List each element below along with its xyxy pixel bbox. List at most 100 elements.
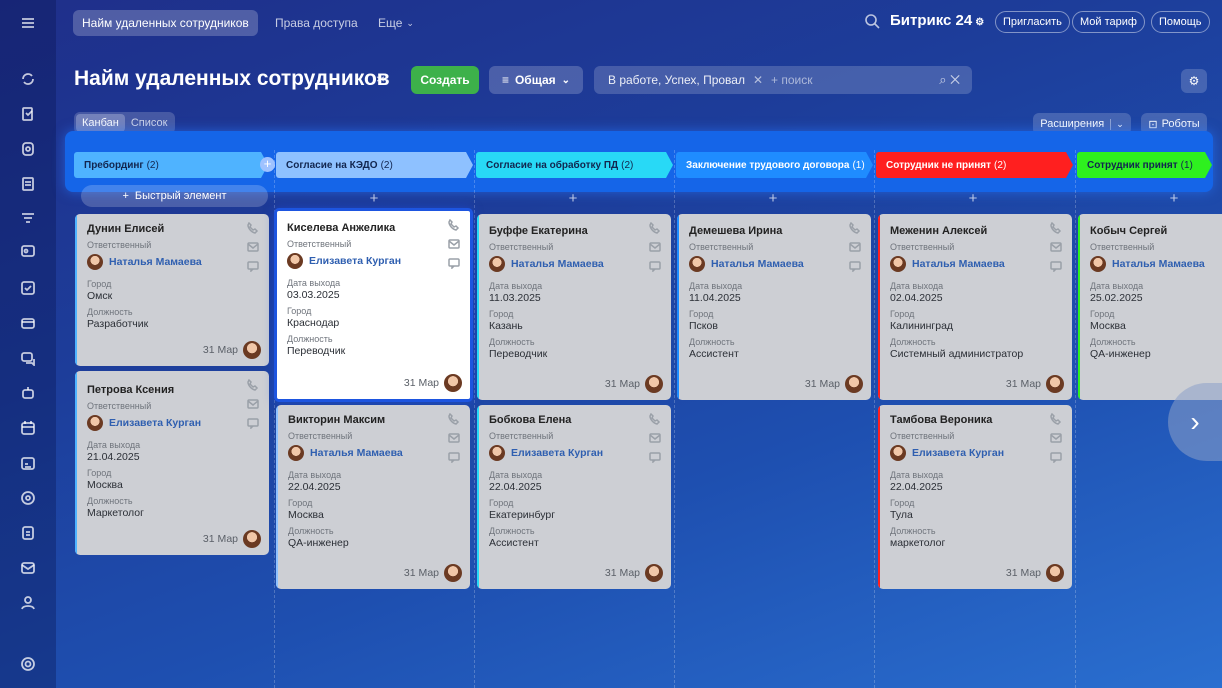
card-title[interactable]: Викторин Максим xyxy=(288,414,458,426)
add-item-icon[interactable]: + xyxy=(368,190,380,207)
add-stage-icon[interactable]: + xyxy=(260,157,275,172)
settings-gear-button[interactable]: ⚙ xyxy=(1181,69,1207,93)
chat-icon[interactable] xyxy=(1050,260,1062,272)
responsible-user[interactable]: Наталья Мамаева xyxy=(489,256,659,272)
mail-icon[interactable] xyxy=(1050,241,1062,253)
filter-chip[interactable]: В работе, Успех, Провал xyxy=(608,73,745,87)
responsible-user[interactable]: Елизавета Курган xyxy=(489,445,659,461)
responsible-user[interactable]: Наталья Мамаева xyxy=(890,256,1060,272)
avatar[interactable] xyxy=(1046,375,1064,393)
avatar[interactable] xyxy=(444,374,462,392)
sites-icon[interactable] xyxy=(18,488,38,508)
tasks-icon[interactable] xyxy=(18,104,38,124)
avatar[interactable] xyxy=(444,564,462,582)
chat-icon[interactable] xyxy=(1050,451,1062,463)
chat-icon[interactable] xyxy=(247,260,259,272)
responsible-user[interactable]: Наталья Мамаева xyxy=(689,256,859,272)
file-icon[interactable] xyxy=(18,523,38,543)
deal-card[interactable]: Буффе Екатерина Ответственный Наталья Ма… xyxy=(477,214,671,400)
tab-hiring[interactable]: Найм удаленных сотрудников xyxy=(73,10,258,36)
deal-card[interactable]: Меженин Алексей Ответственный Наталья Ма… xyxy=(878,214,1072,400)
tariff-button[interactable]: Мой тариф xyxy=(1072,11,1145,33)
help-button[interactable]: Помощь xyxy=(1151,11,1210,33)
card-title[interactable]: Буффе Екатерина xyxy=(489,225,659,237)
avatar[interactable] xyxy=(1046,564,1064,582)
card-title[interactable]: Киселева Анжелика xyxy=(287,222,459,234)
phone-icon[interactable] xyxy=(1050,413,1062,425)
stage-preboarding[interactable]: Пребординг (2) xyxy=(74,152,268,178)
add-item-icon[interactable]: + xyxy=(567,190,579,207)
chat-icon[interactable] xyxy=(448,257,460,269)
card-title[interactable]: Демешева Ирина xyxy=(689,225,859,237)
search-clear-icons[interactable]: ⌕ ✕ xyxy=(939,72,960,88)
stage-kedo-consent[interactable]: Согласие на КЭДО (2) xyxy=(276,152,473,178)
invite-button[interactable]: Пригласить xyxy=(995,11,1070,33)
responsible-user[interactable]: Наталья Мамаева xyxy=(87,254,257,270)
responsible-user[interactable]: Елизавета Курган xyxy=(890,445,1060,461)
card-title[interactable]: Меженин Алексей xyxy=(890,225,1060,237)
card-title[interactable]: Петрова Ксения xyxy=(87,384,257,396)
card-title[interactable]: Кобыч Сергей xyxy=(1090,225,1216,237)
add-item-icon[interactable]: + xyxy=(967,190,979,207)
phone-icon[interactable] xyxy=(849,222,861,234)
responsible-user[interactable]: Наталья Мамаева xyxy=(1090,256,1216,272)
card-title[interactable]: Бобкова Елена xyxy=(489,414,659,426)
mail-icon[interactable] xyxy=(649,432,661,444)
deal-card[interactable]: Дунин Елисей Ответственный Наталья Мамае… xyxy=(75,214,269,366)
mail-icon[interactable] xyxy=(448,238,460,250)
deal-card[interactable]: Петрова Ксения Ответственный Елизавета К… xyxy=(75,371,269,555)
search-filter-box[interactable]: В работе, Успех, Провал ✕ ⌕ ✕ xyxy=(594,66,972,94)
stage-employment-contract[interactable]: Заключение трудового договора (1) xyxy=(676,152,873,178)
phone-icon[interactable] xyxy=(247,222,259,234)
avatar[interactable] xyxy=(845,375,863,393)
chat-icon[interactable] xyxy=(247,417,259,429)
mail-icon[interactable] xyxy=(1050,432,1062,444)
filter-icon[interactable] xyxy=(18,209,38,229)
checkbox-icon[interactable] xyxy=(18,278,38,298)
stage-pd-consent[interactable]: Согласие на обработку ПД (2) xyxy=(476,152,673,178)
deal-card[interactable]: Бобкова Елена Ответственный Елизавета Ку… xyxy=(477,405,671,589)
document-icon[interactable] xyxy=(18,174,38,194)
phone-icon[interactable] xyxy=(247,379,259,391)
category-select[interactable]: ≡ Общая ⌄ xyxy=(489,66,583,94)
chat-icon[interactable] xyxy=(649,451,661,463)
add-item-icon[interactable]: + xyxy=(1168,190,1180,207)
contact-card-icon[interactable] xyxy=(18,241,38,261)
chat-icon[interactable] xyxy=(448,451,460,463)
responsible-user[interactable]: Наталья Мамаева xyxy=(288,445,458,461)
responsible-user[interactable]: Елизавета Курган xyxy=(287,253,459,269)
phone-icon[interactable] xyxy=(1050,222,1062,234)
pin-icon[interactable]: ✲ xyxy=(376,73,388,86)
storage-icon[interactable] xyxy=(18,139,38,159)
phone-icon[interactable] xyxy=(649,222,661,234)
users-icon[interactable] xyxy=(18,593,38,613)
mail-icon[interactable] xyxy=(247,398,259,410)
mail-icon[interactable] xyxy=(849,241,861,253)
robot-icon[interactable] xyxy=(18,383,38,403)
card-title[interactable]: Тамбова Вероника xyxy=(890,414,1060,426)
phone-icon[interactable] xyxy=(649,413,661,425)
chip-close-icon[interactable]: ✕ xyxy=(753,73,763,87)
stage-not-hired[interactable]: Сотрудник не принят (2) xyxy=(876,152,1073,178)
deal-card[interactable]: Тамбова Вероника Ответственный Елизавета… xyxy=(878,405,1072,589)
schedule-icon[interactable] xyxy=(18,453,38,473)
avatar[interactable] xyxy=(243,530,261,548)
search-icon[interactable] xyxy=(864,13,880,29)
view-list[interactable]: Список xyxy=(125,114,174,132)
refresh-icon[interactable] xyxy=(18,69,38,89)
add-item-icon[interactable]: + xyxy=(767,190,779,207)
brand-logo[interactable]: Битрикс 24 ⚙ xyxy=(890,12,984,29)
tab-more[interactable]: Еще ⌄ xyxy=(369,10,423,36)
menu-icon[interactable] xyxy=(18,13,38,33)
chat-icon[interactable] xyxy=(18,348,38,368)
view-kanban[interactable]: Канбан xyxy=(76,114,125,132)
deal-card[interactable]: Демешева Ирина Ответственный Наталья Мам… xyxy=(677,214,871,400)
chat-icon[interactable] xyxy=(849,260,861,272)
responsible-user[interactable]: Елизавета Курган xyxy=(87,415,257,431)
phone-icon[interactable] xyxy=(448,219,460,231)
mail-icon[interactable] xyxy=(18,558,38,578)
quick-add-button[interactable]: + Быстрый элемент xyxy=(81,185,268,207)
mail-icon[interactable] xyxy=(448,432,460,444)
avatar[interactable] xyxy=(645,564,663,582)
chat-icon[interactable] xyxy=(649,260,661,272)
